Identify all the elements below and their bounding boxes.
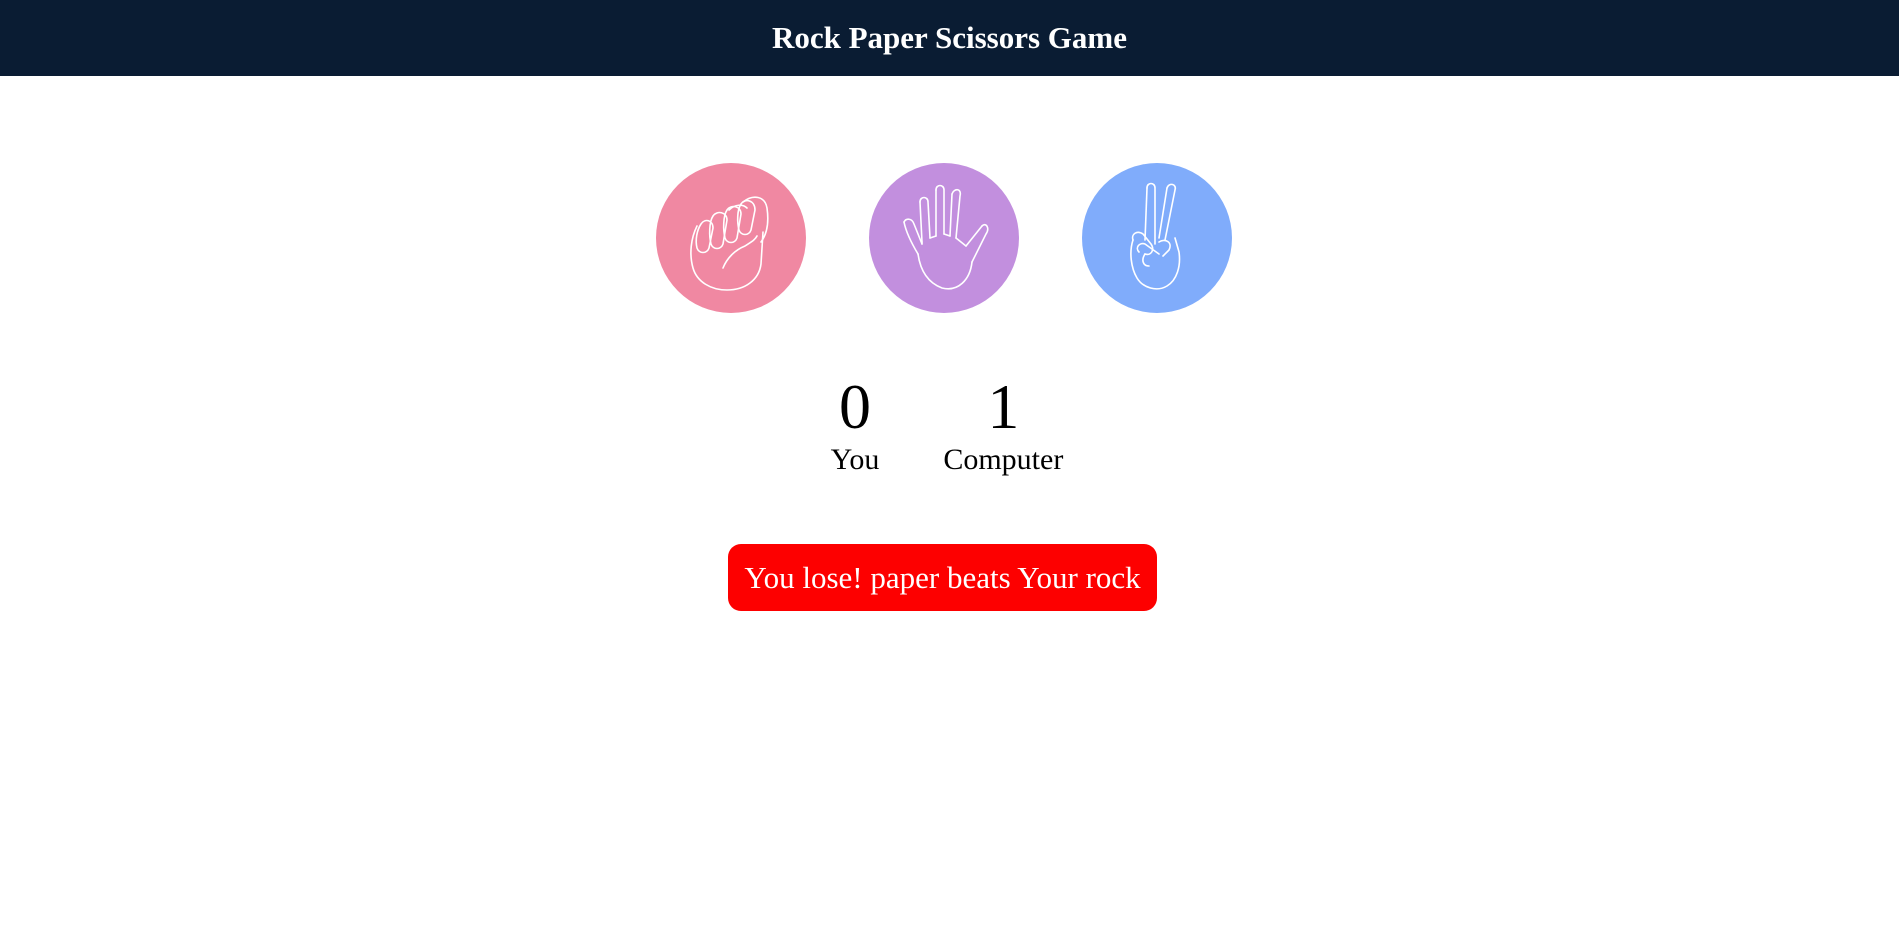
page-title: Rock Paper Scissors Game — [771, 20, 1128, 55]
header-bar: Rock Paper Scissors Game — [0, 0, 1899, 76]
rock-choice-button[interactable] — [655, 163, 806, 313]
computer-score-block: 1 Computer — [943, 370, 1063, 476]
computer-score-label: Computer — [943, 443, 1064, 476]
scoreboard: 0 You 1 Computer — [0, 370, 1899, 476]
scissors-choice-button[interactable] — [1081, 163, 1232, 313]
result-container: You lose! paper beats Your rock — [0, 544, 1899, 611]
peace-hand-icon — [1129, 182, 1180, 290]
open-hand-icon — [902, 184, 988, 290]
computer-score: 1 — [987, 371, 1020, 442]
choices-row — [0, 163, 1899, 313]
user-score-block: 0 You — [831, 370, 880, 476]
user-score-label: You — [830, 443, 880, 476]
paper-choice-button[interactable] — [868, 163, 1019, 313]
fist-icon — [689, 196, 769, 291]
user-score: 0 — [838, 371, 871, 442]
result-message: You lose! paper beats Your rock — [728, 544, 1157, 611]
